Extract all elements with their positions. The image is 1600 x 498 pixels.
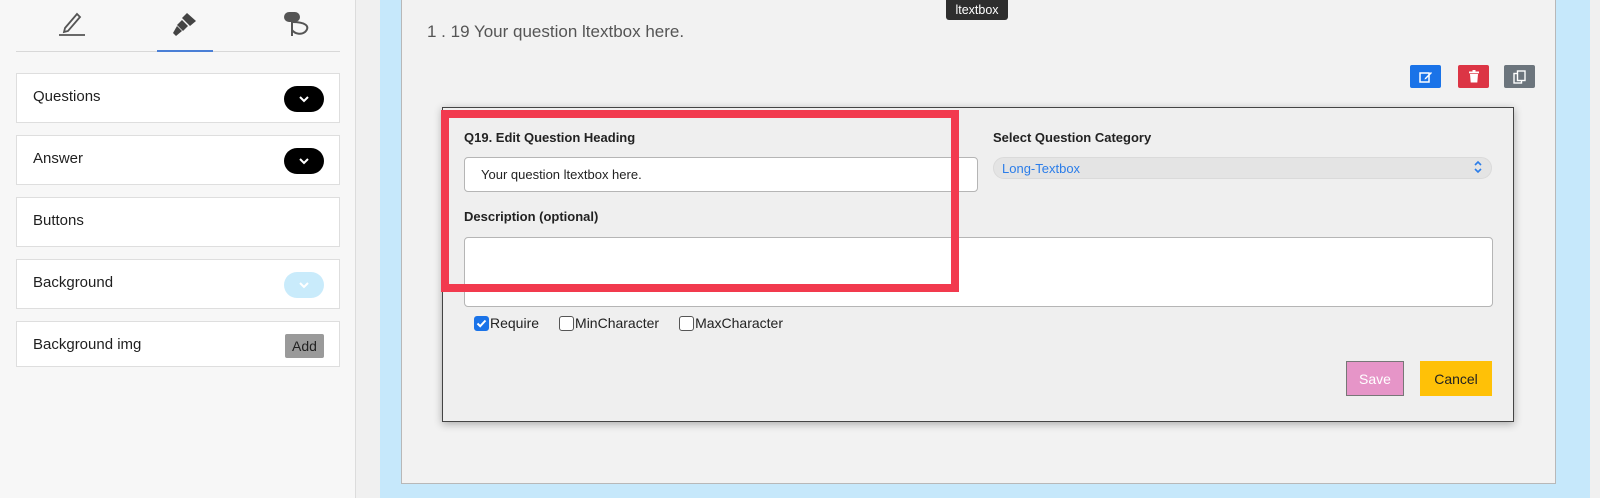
- copy-icon: [1513, 69, 1526, 84]
- category-label: Select Question Category: [993, 130, 1152, 145]
- trash-icon: [1468, 70, 1479, 83]
- delete-question-button[interactable]: [1458, 65, 1489, 88]
- checkbox-label: Require: [490, 315, 540, 331]
- question-category-select[interactable]: Long-Textbox: [993, 157, 1492, 179]
- panel-label: Answer: [33, 150, 84, 167]
- max-character-checkbox[interactable]: MaxCharacter: [679, 315, 783, 331]
- panel-label: Background img: [33, 336, 142, 353]
- panel-answer[interactable]: Answer: [16, 135, 340, 185]
- tool-tabs: [16, 0, 340, 52]
- chevron-down-icon[interactable]: [284, 148, 324, 174]
- panel-label: Background: [33, 274, 114, 291]
- panel-buttons[interactable]: Buttons: [16, 197, 340, 247]
- tooltip: ltextbox: [946, 0, 1008, 20]
- checkbox-unchecked-icon: [679, 315, 695, 331]
- question-title: 1 . 19 Your question ltextbox here.: [427, 22, 685, 41]
- select-arrows-icon: [1474, 160, 1482, 174]
- paintbrush-icon: [173, 13, 196, 36]
- require-checkbox[interactable]: Require: [474, 315, 539, 331]
- panel-questions[interactable]: Questions: [16, 73, 340, 123]
- category-value: Long-Textbox: [1002, 160, 1081, 176]
- validation-options: Require MinCharacter MaxCharacter: [474, 315, 803, 331]
- description-textarea[interactable]: [464, 237, 1493, 307]
- panel-label: Buttons: [33, 212, 84, 229]
- checkbox-unchecked-icon: [559, 315, 575, 331]
- save-button[interactable]: Save: [1346, 361, 1404, 396]
- description-label: Description (optional): [464, 209, 599, 224]
- panel-background[interactable]: Background: [16, 259, 340, 309]
- checkbox-checked-icon: [474, 315, 489, 331]
- chevron-down-icon[interactable]: [284, 272, 324, 298]
- tab-style[interactable]: [157, 10, 213, 52]
- chevron-down-icon[interactable]: [284, 86, 324, 112]
- question-heading-input[interactable]: [464, 157, 978, 192]
- question-editor: Q19. Edit Question Heading Select Questi…: [442, 107, 1514, 422]
- edit-question-button[interactable]: [1410, 65, 1441, 88]
- style-sidebar: Questions Answer Buttons Background Back…: [0, 0, 356, 498]
- panel-background-img[interactable]: Background img Add: [16, 321, 340, 367]
- min-character-checkbox[interactable]: MinCharacter: [559, 315, 659, 331]
- checkbox-label: MaxCharacter: [695, 315, 783, 331]
- copy-question-button[interactable]: [1504, 65, 1535, 88]
- pencil-icon: [59, 12, 85, 36]
- tab-logic[interactable]: [269, 10, 325, 52]
- cancel-button[interactable]: Cancel: [1420, 361, 1492, 396]
- panel-label: Questions: [33, 88, 101, 105]
- heading-label: Q19. Edit Question Heading: [464, 130, 636, 145]
- tab-edit[interactable]: [44, 10, 100, 52]
- add-background-img-button[interactable]: Add: [285, 334, 324, 358]
- logic-flow-icon: [284, 12, 309, 36]
- checkbox-label: MinCharacter: [575, 315, 660, 331]
- edit-icon: [1418, 71, 1432, 83]
